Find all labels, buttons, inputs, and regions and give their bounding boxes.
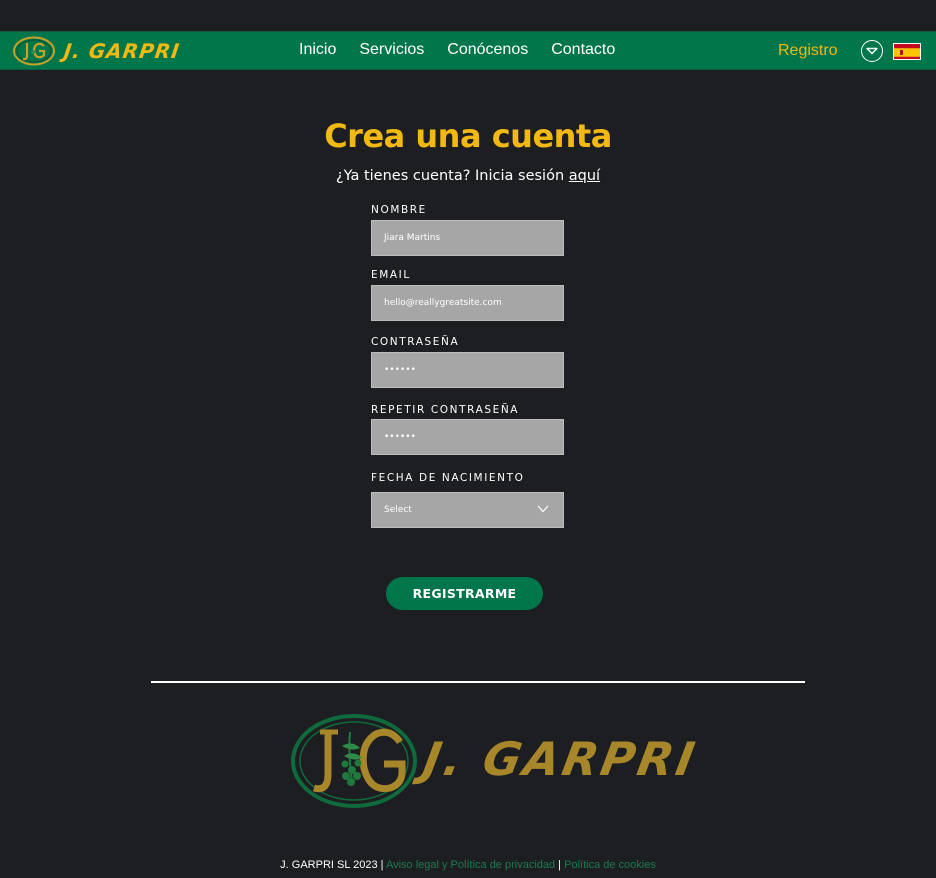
register-submit-button[interactable]: REGISTRARME: [386, 577, 543, 610]
repeat-password-input-value: ••••••: [384, 432, 416, 442]
password-input[interactable]: ••••••: [371, 352, 564, 388]
spain-flag-icon: [894, 44, 920, 59]
legal-privacy-link[interactable]: Aviso legal y Política de privacidad: [386, 859, 555, 871]
name-label: NOMBRE: [371, 204, 427, 216]
name-input[interactable]: Jiara Martins: [371, 220, 564, 256]
login-prompt-text: ¿Ya tienes cuenta? Inicia sesión: [335, 168, 569, 184]
birthdate-select-value: Select: [384, 505, 412, 515]
repeat-password-input[interactable]: ••••••: [371, 419, 564, 455]
footer-copyright: J. GARPRI SL 2023: [280, 859, 378, 871]
chevron-down-icon: [537, 505, 549, 513]
nav-link-inicio[interactable]: Inicio: [299, 41, 336, 59]
footer-separator: |: [377, 859, 386, 871]
login-link[interactable]: aquí: [569, 168, 600, 184]
name-input-value: Jiara Martins: [384, 233, 441, 243]
footer-separator: |: [555, 859, 565, 871]
email-input[interactable]: hello@reallygreatsite.com: [371, 285, 564, 321]
account-dropdown-button[interactable]: [861, 40, 883, 62]
footer-brand-name: J. GARPRI: [419, 732, 702, 786]
email-input-value: hello@reallygreatsite.com: [384, 298, 502, 308]
page-title: Crea una cuenta: [324, 117, 612, 155]
footer-divider: [151, 681, 805, 683]
nav-register-link[interactable]: Registro: [778, 42, 838, 60]
nav-link-contacto[interactable]: Contacto: [551, 41, 615, 59]
login-prompt: ¿Ya tienes cuenta? Inicia sesión aquí: [0, 168, 936, 184]
footer-legal: J. GARPRI SL 2023 | Aviso legal y Políti…: [0, 859, 936, 871]
main-nav: Inicio Servicios Conócenos Contacto: [299, 41, 638, 59]
jg-monogram-icon: [13, 36, 55, 66]
password-label: CONTRASEÑA: [371, 336, 460, 348]
nav-link-conocenos[interactable]: Conócenos: [447, 41, 528, 59]
email-label: EMAIL: [371, 269, 411, 281]
language-selector[interactable]: [893, 43, 921, 60]
header-logo[interactable]: J. GARPRI: [12, 35, 182, 67]
header-brand-name: J. GARPRI: [62, 39, 182, 63]
footer-logo: J. GARPRI: [290, 712, 701, 817]
birthdate-label: FECHA DE NACIMIENTO: [371, 472, 525, 484]
chevron-down-icon: [866, 47, 878, 55]
nav-link-servicios[interactable]: Servicios: [359, 41, 424, 59]
password-input-value: ••••••: [384, 365, 416, 375]
top-navbar: J. GARPRI Inicio Servicios Conócenos Con…: [0, 31, 936, 70]
birthdate-select[interactable]: Select: [371, 492, 564, 528]
repeat-password-label: REPETIR CONTRASEÑA: [371, 404, 520, 416]
cookies-policy-link[interactable]: Política de cookies: [564, 859, 656, 871]
